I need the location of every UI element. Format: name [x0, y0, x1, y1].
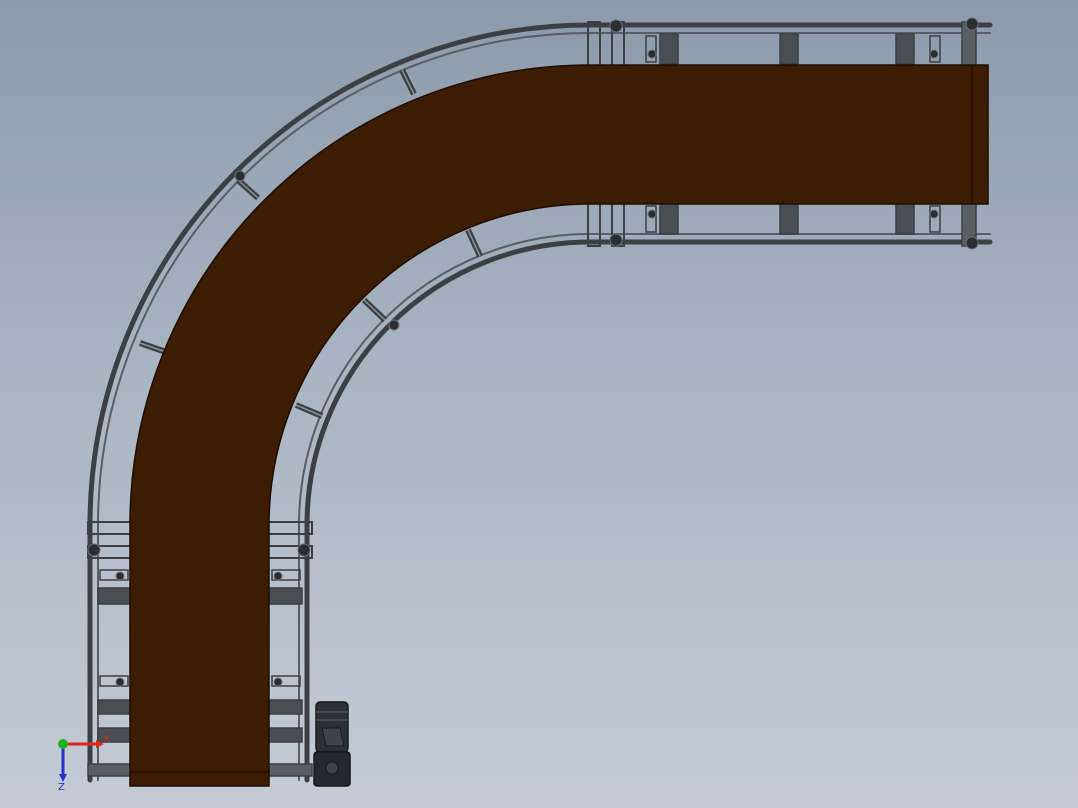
axis-x-label: X	[103, 734, 110, 745]
inner-rail	[304, 239, 993, 783]
motor-terminal-box	[321, 727, 345, 747]
conveyor-belt[interactable]	[129, 64, 989, 787]
drive-motor[interactable]	[313, 701, 351, 787]
model-viewport[interactable]: X Z	[0, 0, 1078, 808]
axis-z-label: Z	[58, 782, 65, 793]
